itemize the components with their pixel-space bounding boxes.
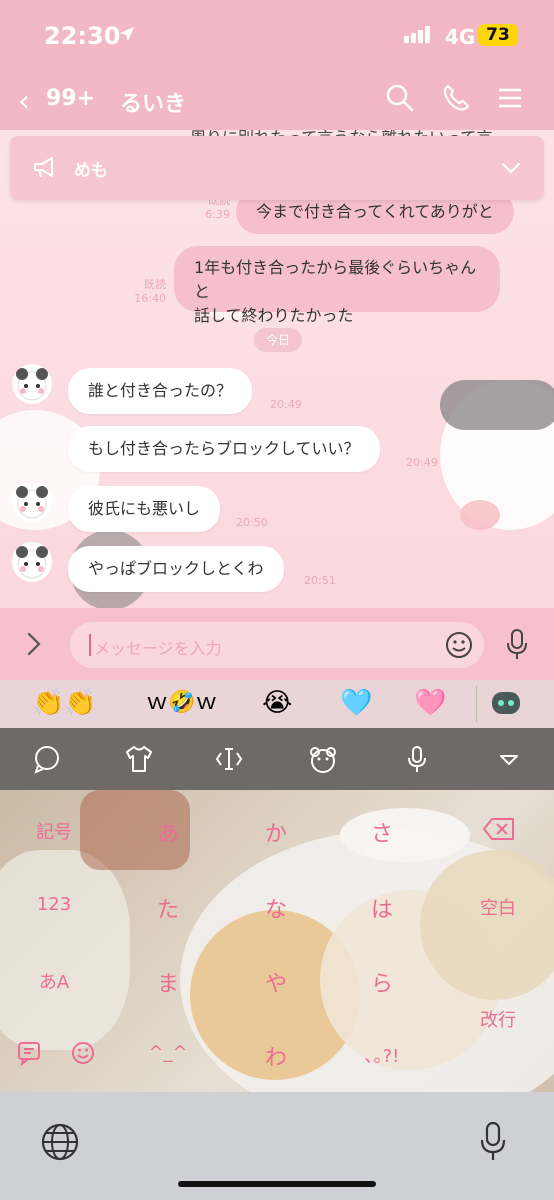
key-a[interactable]: あ [122, 816, 214, 848]
emoji-suggestion[interactable]: 👏👏 [32, 688, 97, 718]
memo-label: めも [74, 161, 108, 181]
key-kaomoji[interactable]: ^_^ [122, 1042, 214, 1063]
battery-indicator: 73 [478, 24, 518, 46]
chat-title: るいき [120, 92, 187, 117]
input-placeholder: メッセージを入力 [94, 639, 222, 658]
dictation-microphone-icon[interactable] [478, 1120, 508, 1164]
location-arrow-icon [119, 26, 135, 42]
network-type: 4G [445, 25, 476, 49]
incoming-message[interactable]: やっぱブロックしとくわ [68, 546, 284, 592]
key-punctuation[interactable]: ､｡?! [336, 1042, 428, 1068]
key-wa[interactable]: わ [230, 1040, 322, 1072]
message-input[interactable]: メッセージを入力 [70, 622, 484, 668]
keyboard-toolbar [0, 728, 554, 790]
emoji-suggestion[interactable]: 🩵 [340, 688, 372, 718]
bear-face-icon[interactable] [308, 744, 338, 774]
memo-banner[interactable]: めも [10, 136, 544, 200]
incoming-message[interactable]: 誰と付き合ったの？ [68, 368, 253, 414]
wallpaper-hat-decoration [440, 380, 554, 430]
shirt-icon[interactable] [124, 744, 154, 774]
key-ha[interactable]: は [336, 892, 428, 924]
wallpaper-cheek-decoration [460, 500, 500, 530]
chat-header: ‹ 99+ るいき [0, 70, 554, 130]
megaphone-icon [34, 157, 53, 178]
search-bubble-icon[interactable] [32, 744, 62, 774]
cursor-move-icon[interactable] [214, 744, 244, 774]
signal-icon [404, 26, 432, 47]
key-ya[interactable]: や [230, 966, 322, 998]
chevron-down-icon[interactable] [500, 160, 522, 176]
expand-chevron-icon[interactable] [22, 630, 46, 658]
microphone-icon[interactable] [504, 628, 530, 662]
key-ma[interactable]: ま [122, 966, 214, 998]
incoming-message[interactable]: 彼氏にも悪いし [68, 486, 221, 532]
panda-avatar-icon [16, 486, 48, 519]
globe-icon[interactable] [40, 1122, 80, 1162]
message-input-bar: メッセージを入力 [0, 608, 554, 680]
panda-avatar-icon [16, 368, 48, 401]
emoji-suggestion[interactable]: ｗ🤣ｗ [146, 688, 217, 718]
key-space[interactable]: 空白 [452, 894, 544, 920]
avatar[interactable] [12, 482, 52, 522]
memo-icon[interactable] [16, 1040, 42, 1066]
key-mode-switch[interactable]: あA [8, 968, 100, 994]
back-chevron-icon[interactable]: ‹ [18, 84, 30, 119]
key-ta[interactable]: た [122, 892, 214, 924]
outgoing-message[interactable]: 1年も付き合ったから最後ぐらいちゃんと 話して終わりたかった [174, 246, 500, 325]
key-numbers[interactable]: 123 [8, 894, 100, 915]
key-ra[interactable]: ら [336, 966, 428, 998]
date-separator: 今日 [254, 328, 302, 352]
message-time: 20:49 [406, 456, 438, 469]
avatar[interactable] [12, 542, 52, 582]
incoming-message[interactable]: もし付き合ったらブロックしていい？ [68, 426, 380, 472]
avatar[interactable] [12, 364, 52, 404]
search-icon[interactable] [384, 82, 416, 114]
keyboard: 記号 あ か さ 123 た な は 空白 あA ま や ら 改行 ^_^ わ … [0, 790, 554, 1092]
emoji-smiley-icon[interactable] [444, 630, 474, 660]
emoji-smiley-icon[interactable] [70, 1040, 96, 1066]
robot-sticker-icon[interactable] [490, 688, 522, 718]
clock: 22:30 [44, 22, 121, 50]
message-time: 20:50 [236, 516, 268, 529]
backspace-icon[interactable] [482, 816, 516, 842]
phone-icon[interactable] [440, 82, 472, 114]
key-symbols[interactable]: 記号 [8, 818, 100, 844]
divider [476, 686, 477, 722]
read-receipt: 既読 16:40 [134, 278, 166, 305]
message-time: 20:49 [270, 398, 302, 411]
key-sa[interactable]: さ [336, 816, 428, 848]
emoji-suggestion[interactable]: 🩷 [414, 688, 446, 718]
panda-avatar-icon [16, 546, 48, 579]
status-bar: 22:30 4G 73 [0, 0, 554, 70]
chat-area[interactable]: 周りに別れたって言うなら離れたいって言 既読6:39 今まで付き合ってくれてあり… [0, 130, 554, 608]
glass-decoration [0, 850, 130, 1050]
microphone-icon[interactable] [402, 744, 432, 774]
home-indicator[interactable] [178, 1181, 376, 1187]
collapse-triangle-icon[interactable] [494, 744, 524, 774]
menu-icon[interactable] [494, 82, 526, 114]
key-na[interactable]: な [230, 892, 322, 924]
message-time: 20:51 [304, 574, 336, 587]
text-caret [89, 634, 91, 656]
emoji-suggestion[interactable]: 😭 [262, 688, 292, 718]
unread-count[interactable]: 99+ [46, 86, 95, 111]
key-enter[interactable]: 改行 [452, 1006, 544, 1032]
emoji-suggestion-bar: 👏👏 ｗ🤣ｗ 😭 🩵 🩷 [0, 680, 554, 728]
key-ka[interactable]: か [230, 816, 322, 848]
